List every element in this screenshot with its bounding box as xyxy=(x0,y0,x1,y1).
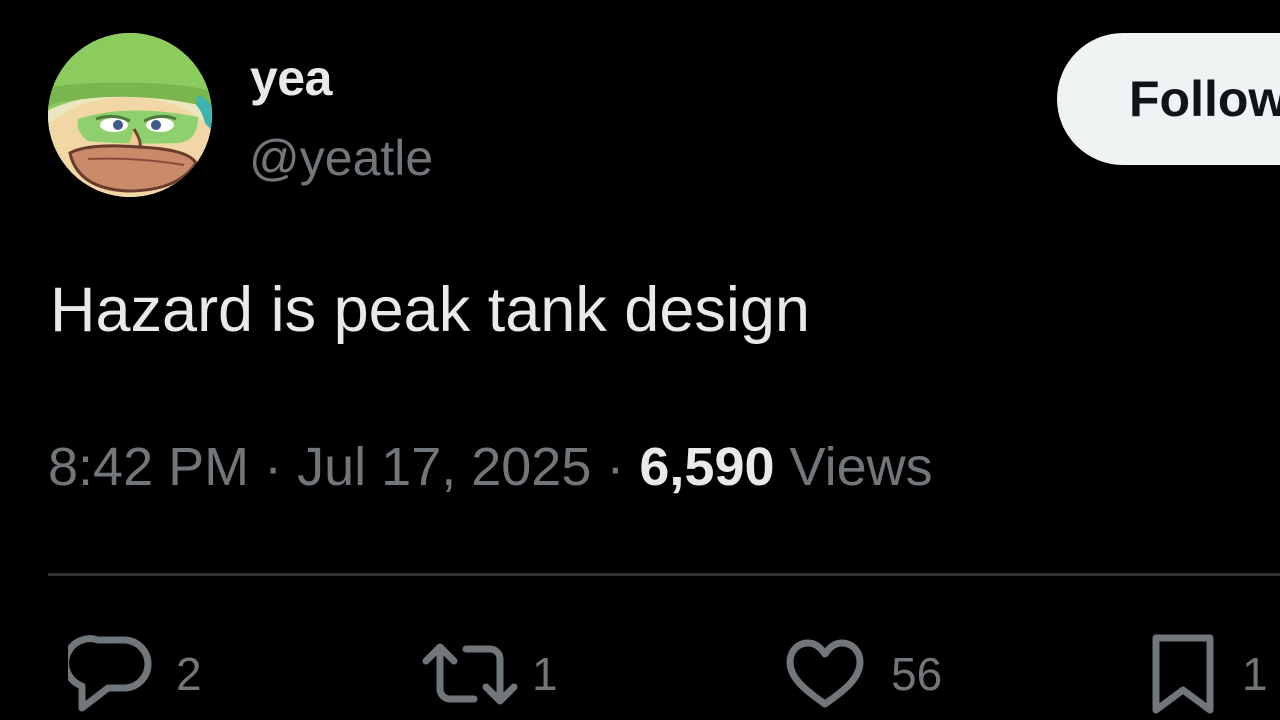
bookmark-button[interactable]: 1 xyxy=(1150,632,1268,716)
retweet-icon xyxy=(422,643,518,705)
reply-count: 2 xyxy=(176,648,202,700)
bookmark-icon xyxy=(1152,634,1214,714)
views-count: 6,590 xyxy=(639,437,775,497)
like-count: 56 xyxy=(891,648,943,700)
retweet-button[interactable]: 1 xyxy=(422,632,558,716)
bookmark-count: 1 xyxy=(1242,648,1268,700)
reply-icon xyxy=(68,635,152,712)
avatar[interactable] xyxy=(48,33,212,197)
reply-button[interactable]: 2 xyxy=(68,632,202,716)
views-label: Views xyxy=(789,437,933,497)
retweet-count: 1 xyxy=(532,648,558,700)
tweet-metadata: 8:42 PM · Jul 17, 2025 · 6,590 Views xyxy=(48,432,933,502)
tweet-card: yea @yeatle Follow Hazard is peak tank d… xyxy=(0,0,1280,720)
follow-button[interactable]: Follow xyxy=(1057,33,1280,165)
like-button[interactable]: 56 xyxy=(785,632,942,716)
display-name[interactable]: yea xyxy=(250,48,332,108)
avatar-image xyxy=(48,33,212,197)
tweet-date[interactable]: Jul 17, 2025 xyxy=(297,437,591,497)
divider xyxy=(48,573,1280,576)
tweet-time[interactable]: 8:42 PM xyxy=(48,437,249,497)
heart-icon xyxy=(786,639,864,708)
meta-separator: · xyxy=(264,437,283,497)
tweet-text: Hazard is peak tank design xyxy=(50,275,810,345)
user-handle[interactable]: @yeatle xyxy=(249,128,433,188)
meta-separator: · xyxy=(606,437,625,497)
